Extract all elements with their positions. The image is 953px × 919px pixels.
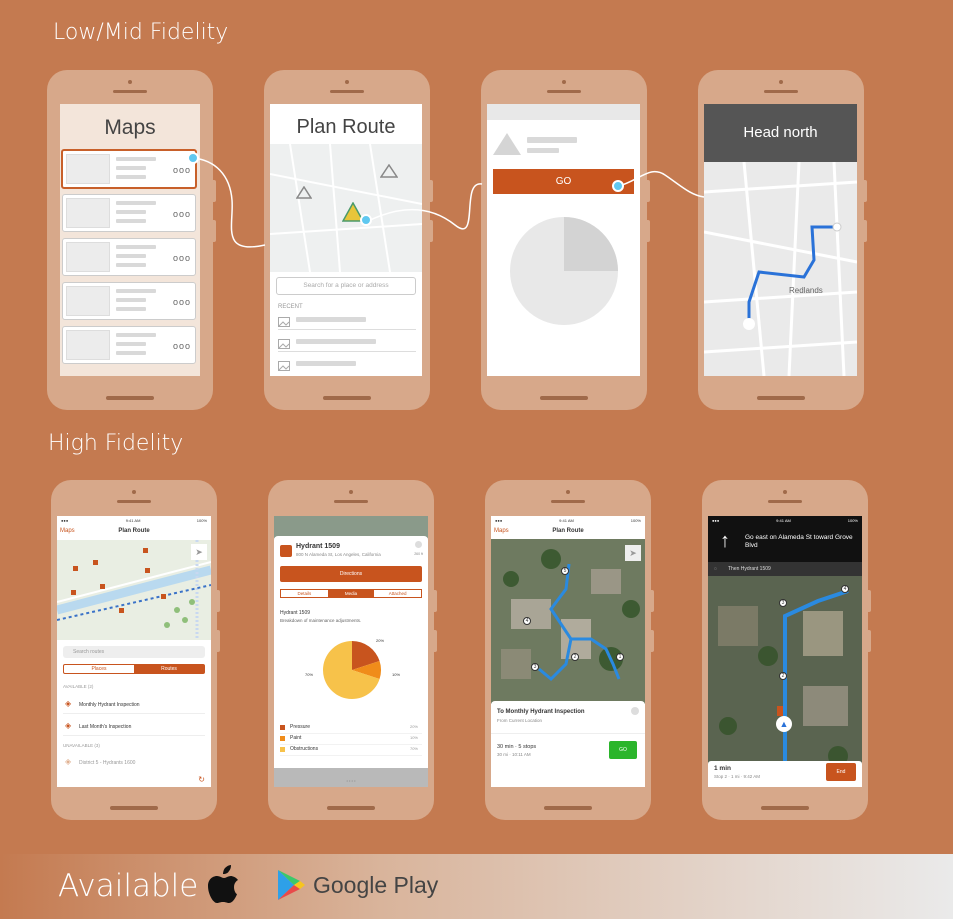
- back-button[interactable]: Maps: [60, 524, 75, 538]
- hydrant-icon: [280, 545, 292, 557]
- legend-item: Pressure 20%: [280, 723, 422, 734]
- pie-label: 70%: [305, 672, 314, 677]
- nav-header: Maps Plan Route: [491, 524, 645, 538]
- stop-marker[interactable]: 5: [561, 567, 569, 575]
- section-title-high: High Fidelity: [48, 431, 184, 456]
- end-button[interactable]: End: [826, 763, 856, 781]
- close-icon[interactable]: [415, 541, 422, 548]
- status-bar: ●●● 9:41 AM 100%: [495, 518, 641, 523]
- stop-marker[interactable]: 3: [531, 663, 539, 671]
- section-title: Hydrant 1509: [280, 610, 311, 616]
- stop-marker[interactable]: 2: [779, 672, 787, 680]
- google-play-label[interactable]: Google Play: [313, 872, 438, 899]
- close-icon[interactable]: [631, 707, 639, 715]
- google-play-icon[interactable]: [276, 868, 306, 902]
- stop-marker[interactable]: 4: [523, 617, 531, 625]
- distance: 260 ft: [414, 552, 423, 556]
- route-icon: ◈: [65, 699, 72, 708]
- pie-label: 20%: [376, 638, 385, 643]
- route-icon: ◈: [65, 721, 72, 730]
- next-step-icon: ◌: [714, 566, 717, 572]
- route-icon: ◈: [65, 757, 72, 766]
- tab-details[interactable]: Details: [281, 590, 328, 597]
- tab-bar: Details Media Attached: [280, 589, 422, 598]
- page-indicator: • • • •: [346, 778, 356, 783]
- stop-marker[interactable]: 1: [616, 653, 624, 661]
- back-button[interactable]: Maps: [494, 524, 509, 538]
- phone-hf-turn-by-turn: ●●● 9:41 AM 100% ↑ Go east on Alameda St t…: [702, 480, 871, 820]
- eta: 1 min: [714, 765, 731, 772]
- hydrant-title: Hydrant 1509: [296, 543, 340, 550]
- legend: Pressure 20% Paint 10% Obstructions 70%: [280, 723, 422, 756]
- phone-hf-hydrant-detail: Hydrant 1509 800 N Alameda St, Los Angel…: [268, 480, 437, 820]
- eta: 30 min · 5 stops: [497, 744, 537, 750]
- maintenance-pie-chart: [323, 641, 381, 699]
- search-input[interactable]: Search routes: [63, 646, 205, 658]
- route-card: To Monthly Hydrant Inspection From Curre…: [491, 701, 645, 787]
- satellite-map[interactable]: 1 2 3 4 5 ➤: [491, 539, 645, 704]
- stop-marker[interactable]: 3: [779, 599, 787, 607]
- locate-icon[interactable]: ➤: [191, 544, 207, 560]
- eta-detail: 30 mi · 10:11 AM: [497, 752, 531, 757]
- segmented-control: Places Routes: [63, 664, 205, 674]
- refresh-icon[interactable]: ↻: [198, 775, 205, 784]
- route-title: To Monthly Hydrant Inspection: [497, 709, 585, 715]
- detail-card: Hydrant 1509 800 N Alameda St, Los Angel…: [274, 536, 428, 768]
- tab-places[interactable]: Places: [64, 665, 134, 673]
- legend-item: Paint 10%: [280, 734, 422, 745]
- flow-connectors: [187, 152, 705, 248]
- direction-arrow-icon: ↑: [720, 530, 730, 552]
- section-desc: Breakdown of maintenance adjustments.: [280, 618, 362, 623]
- satellite-map[interactable]: 2 3 4 ▲: [708, 576, 862, 766]
- available-label: Available: [58, 868, 199, 904]
- hydrant-address: 800 N Alameda St, Los Angeles, Californi…: [296, 552, 381, 557]
- current-location-icon: ▲: [776, 716, 792, 732]
- map-area[interactable]: ➤: [57, 540, 211, 640]
- status-bar: ●●● 9:41 AM 100%: [712, 518, 858, 523]
- phone-hf-route-overview: ●●● 9:41 AM 100% Maps Plan Route 1 2 3 4 5 …: [485, 480, 654, 820]
- tab-media[interactable]: Media: [327, 590, 375, 597]
- locate-icon[interactable]: ➤: [625, 545, 641, 561]
- map-strip: [274, 516, 428, 538]
- tab-attached[interactable]: Attached: [374, 590, 421, 597]
- section-label: UNAVAILABLE (3): [63, 743, 100, 748]
- eta-detail: Stop 2 · 1 mi · 9:42 AM: [714, 774, 761, 779]
- phone-hf-plan-route: ●●● ︎ 9:41 AM 100% Maps Plan Route ➤ Search…: [51, 480, 220, 820]
- apple-icon[interactable]: [203, 865, 241, 907]
- pie-label: 10%: [392, 672, 401, 677]
- section-label: AVAILABLE (2): [63, 684, 94, 689]
- stop-marker[interactable]: 2: [571, 653, 579, 661]
- route-item[interactable]: ◈ Monthly Hydrant Inspection: [63, 696, 205, 714]
- route-subtitle: From Current Location: [497, 718, 543, 723]
- stop-marker[interactable]: 4: [841, 585, 849, 593]
- instruction-text: Go east on Alameda St toward Grove Blvd: [745, 534, 853, 549]
- tab-routes[interactable]: Routes: [134, 665, 204, 673]
- nav-header: Maps Plan Route: [57, 524, 211, 538]
- next-step-bar: ◌ Then Hydrant 1509: [708, 562, 862, 576]
- route-item[interactable]: ◈ Last Month's Inspection: [63, 718, 205, 736]
- directions-button[interactable]: Directions: [280, 566, 422, 582]
- status-bar: ●●● ︎ 9:41 AM 100%: [61, 518, 207, 523]
- legend-item: Obstructions 70%: [280, 745, 422, 756]
- go-button[interactable]: GO: [609, 741, 637, 759]
- route-item-disabled: ◈ District 5 - Hydrants 1600: [65, 757, 136, 766]
- footer: Available Google Play: [0, 854, 953, 919]
